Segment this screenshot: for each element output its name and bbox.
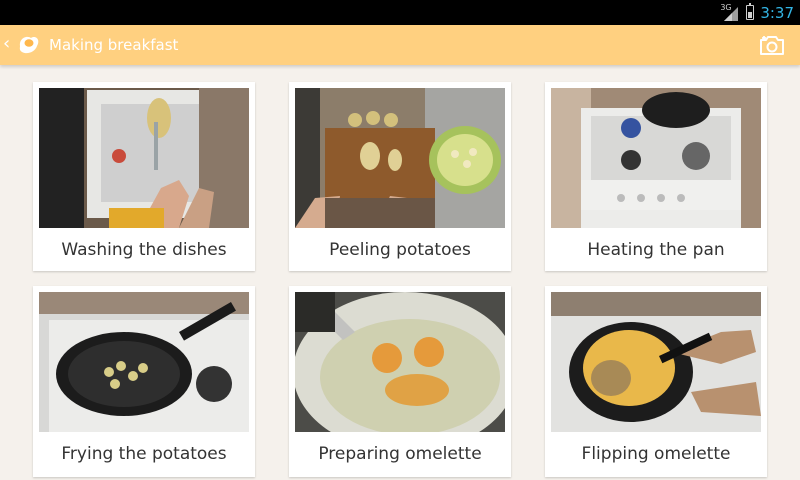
battery-icon xyxy=(746,3,755,20)
camera-icon[interactable] xyxy=(759,34,785,56)
preparing-omelette-photo xyxy=(295,292,505,432)
flipping-omelette-photo xyxy=(551,292,761,432)
egg-app-icon[interactable] xyxy=(16,32,42,58)
card-label: Peeling potatoes xyxy=(329,240,471,260)
peeling-potatoes-photo xyxy=(295,88,505,228)
card-label: Washing the dishes xyxy=(61,240,227,260)
status-bar: 3G 3:37 xyxy=(0,0,800,25)
signal-icon: 3G xyxy=(720,2,740,22)
network-type: 3G xyxy=(720,2,732,12)
status-icons: 3G 3:37 xyxy=(720,0,800,25)
heating-pan-photo xyxy=(551,88,761,228)
washing-dishes-photo xyxy=(39,88,249,228)
card-preparing-omelette[interactable]: Preparing omelette xyxy=(289,286,511,477)
back-caret-icon[interactable]: ‹ xyxy=(3,34,10,54)
status-time: 3:37 xyxy=(760,3,794,22)
card-label: Flipping omelette xyxy=(581,444,731,464)
card-peeling-potatoes[interactable]: Peeling potatoes xyxy=(289,82,511,271)
card-label: Frying the potatoes xyxy=(61,444,227,464)
card-flipping-omelette[interactable]: Flipping omelette xyxy=(545,286,767,477)
card-label: Preparing omelette xyxy=(318,444,482,464)
card-washing-dishes[interactable]: Washing the dishes xyxy=(33,82,255,271)
page-title: Making breakfast xyxy=(49,36,179,54)
card-frying-potatoes[interactable]: Frying the potatoes xyxy=(33,286,255,477)
action-bar: ‹ Making breakfast xyxy=(0,25,800,65)
frying-potatoes-photo xyxy=(39,292,249,432)
card-heating-pan[interactable]: Heating the pan xyxy=(545,82,767,271)
card-label: Heating the pan xyxy=(587,240,725,260)
